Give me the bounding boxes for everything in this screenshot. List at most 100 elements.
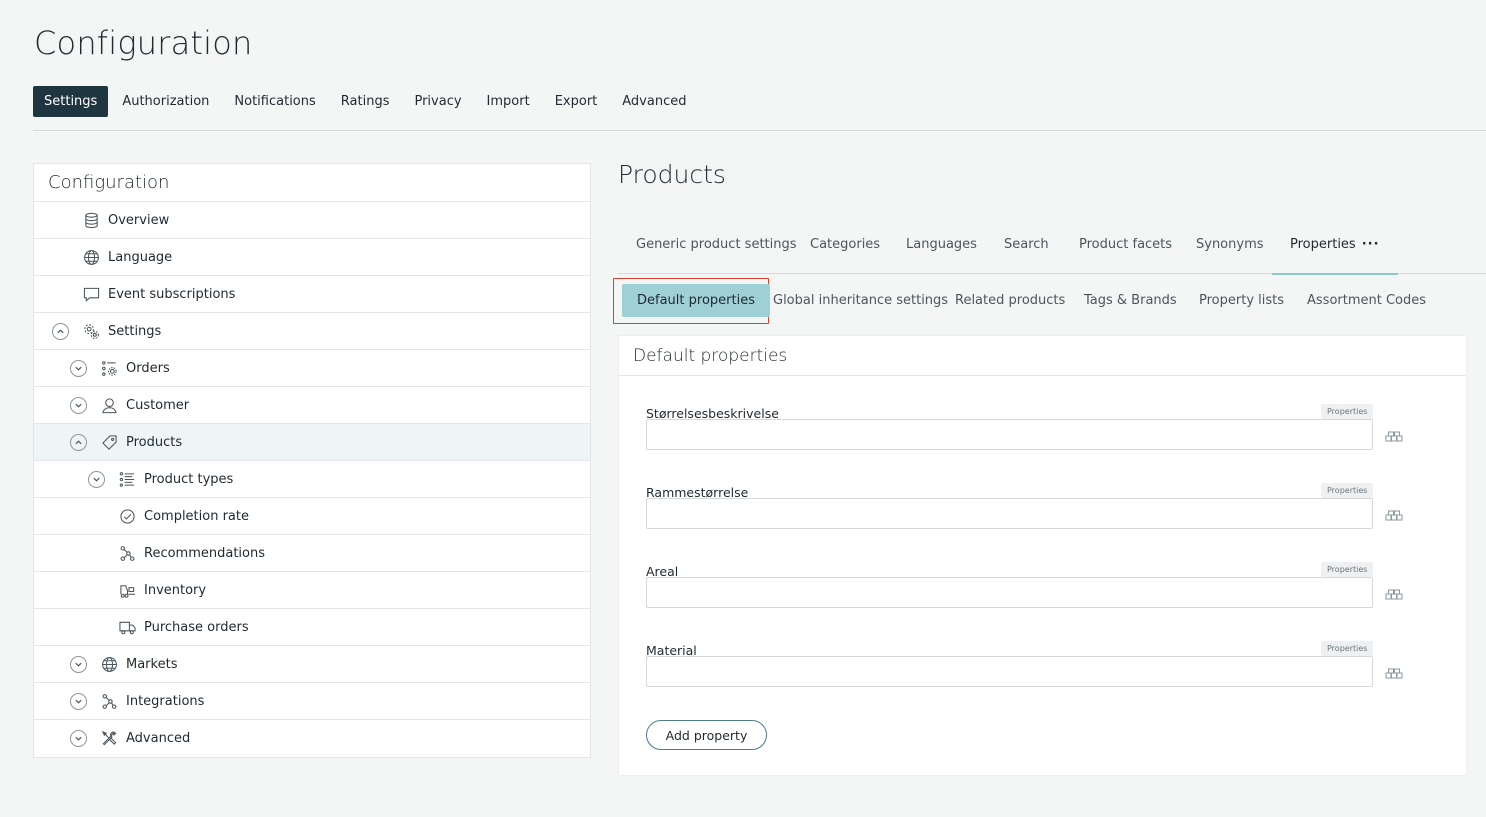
sidebar-item-label: Customer	[126, 398, 190, 413]
sidebar-item-label: Purchase orders	[144, 620, 249, 635]
tab-product-facets[interactable]: Product facets	[1079, 228, 1172, 274]
panel-title: Default properties	[619, 336, 1466, 376]
globe-icon	[100, 655, 118, 673]
sidebar-item-product-types[interactable]: Product types	[34, 461, 590, 498]
tab-notifications[interactable]: Notifications	[223, 86, 326, 117]
sidebar-item-markets[interactable]: Markets	[34, 646, 590, 683]
add-property-button[interactable]: Add property	[646, 720, 767, 750]
sidebar-item-overview[interactable]: Overview	[34, 202, 590, 239]
config-sidebar: Configuration Overview Language Event su…	[33, 163, 591, 758]
sidebar-item-settings[interactable]: Settings	[34, 313, 590, 350]
sidebar-item-label: Markets	[126, 657, 178, 672]
tab-properties-label: Properties	[1290, 237, 1356, 252]
content-title: Products	[618, 160, 726, 189]
sidebar-item-label: Products	[126, 435, 183, 450]
more-icon[interactable]: ···	[1362, 237, 1380, 252]
sidebar-item-label: Integrations	[126, 694, 205, 709]
properties-badge: Properties	[1321, 483, 1374, 498]
sidebar-item-label: Overview	[108, 213, 170, 228]
tools-icon	[100, 729, 118, 747]
tab-advanced[interactable]: Advanced	[611, 86, 697, 117]
inheritance-icon[interactable]	[1385, 509, 1403, 523]
network-icon	[100, 692, 118, 710]
subtab-related-products[interactable]: Related products	[955, 278, 1065, 324]
subtab-assortment-codes[interactable]: Assortment Codes	[1307, 278, 1426, 324]
sidebar-item-recommendations[interactable]: Recommendations	[34, 535, 590, 572]
sidebar-item-purchase-orders[interactable]: Purchase orders	[34, 609, 590, 646]
properties-badge: Properties	[1321, 562, 1374, 577]
sidebar-item-integrations[interactable]: Integrations	[34, 683, 590, 720]
sidebar-item-label: Language	[108, 250, 173, 265]
chevron-down-icon[interactable]	[70, 656, 87, 673]
tab-languages[interactable]: Languages	[906, 228, 977, 274]
forklift-icon	[118, 581, 136, 599]
inheritance-icon[interactable]	[1385, 667, 1403, 681]
sidebar-item-label: Event subscriptions	[108, 287, 236, 302]
chevron-down-icon[interactable]	[70, 730, 87, 747]
subtab-property-lists[interactable]: Property lists	[1199, 278, 1284, 324]
sidebar-item-label: Advanced	[126, 731, 191, 746]
sidebar-item-completion-rate[interactable]: Completion rate	[34, 498, 590, 535]
top-tabs: Settings Authorization Notifications Rat…	[33, 86, 700, 117]
chevron-down-icon[interactable]	[70, 397, 87, 414]
globe-icon	[82, 248, 100, 266]
sidebar-item-products[interactable]: Products	[34, 424, 590, 461]
page-title: Configuration	[34, 24, 253, 62]
network-icon	[118, 544, 136, 562]
tab-ratings[interactable]: Ratings	[330, 86, 401, 117]
tab-authorization[interactable]: Authorization	[111, 86, 220, 117]
properties-badge: Properties	[1321, 641, 1374, 656]
sidebar-title: Configuration	[34, 164, 590, 202]
sidebar-item-advanced[interactable]: Advanced	[34, 720, 590, 757]
tab-generic-product-settings[interactable]: Generic product settings	[636, 228, 797, 274]
check-circle-icon	[118, 507, 136, 525]
tab-properties[interactable]: Properties ···	[1272, 228, 1397, 275]
sidebar-item-label: Completion rate	[144, 509, 249, 524]
top-divider	[33, 130, 1486, 131]
tab-synonyms[interactable]: Synonyms	[1196, 228, 1264, 274]
sidebar-item-inventory[interactable]: Inventory	[34, 572, 590, 609]
product-tabs: Generic product settings Categories Lang…	[618, 228, 1486, 275]
tab-categories[interactable]: Categories	[810, 228, 880, 274]
subtab-global-inheritance-settings[interactable]: Global inheritance settings	[773, 278, 948, 324]
sidebar-item-label: Inventory	[144, 583, 207, 598]
sidebar-item-language[interactable]: Language	[34, 239, 590, 276]
property-input[interactable]	[646, 577, 1373, 608]
chevron-up-icon[interactable]	[52, 323, 69, 340]
sidebar-item-label: Settings	[108, 324, 162, 339]
inheritance-icon[interactable]	[1385, 430, 1403, 444]
tab-settings[interactable]: Settings	[33, 86, 109, 117]
database-icon	[82, 211, 100, 229]
default-properties-panel: Default properties Størrelsesbeskrivelse…	[618, 335, 1467, 776]
tag-icon	[100, 433, 118, 451]
sidebar-item-label: Recommendations	[144, 546, 266, 561]
property-input[interactable]	[646, 656, 1373, 687]
sub-tabs: Default properties Global inheritance se…	[613, 278, 1486, 324]
chevron-up-icon[interactable]	[70, 434, 87, 451]
configuration-page: Configuration Settings Authorization Not…	[0, 0, 1486, 817]
tab-import[interactable]: Import	[476, 86, 541, 117]
tab-export[interactable]: Export	[544, 86, 609, 117]
tab-privacy[interactable]: Privacy	[403, 86, 472, 117]
properties-badge: Properties	[1321, 404, 1374, 419]
chevron-down-icon[interactable]	[70, 693, 87, 710]
gears-icon	[82, 322, 100, 340]
property-input[interactable]	[646, 498, 1373, 529]
truck-icon	[118, 618, 136, 636]
speech-bubble-icon	[82, 285, 100, 303]
user-icon	[100, 396, 118, 414]
list-icon	[118, 470, 136, 488]
property-input[interactable]	[646, 419, 1373, 450]
sidebar-item-orders[interactable]: Orders	[34, 350, 590, 387]
orders-icon	[100, 359, 118, 377]
sidebar-item-label: Product types	[144, 472, 234, 487]
subtab-default-properties[interactable]: Default properties	[622, 284, 770, 317]
sidebar-item-label: Orders	[126, 361, 170, 376]
sidebar-item-event-subscriptions[interactable]: Event subscriptions	[34, 276, 590, 313]
chevron-down-icon[interactable]	[88, 471, 105, 488]
chevron-down-icon[interactable]	[70, 360, 87, 377]
subtab-tags-brands[interactable]: Tags & Brands	[1084, 278, 1177, 324]
inheritance-icon[interactable]	[1385, 588, 1403, 602]
tab-search[interactable]: Search	[1004, 228, 1049, 274]
sidebar-item-customer[interactable]: Customer	[34, 387, 590, 424]
